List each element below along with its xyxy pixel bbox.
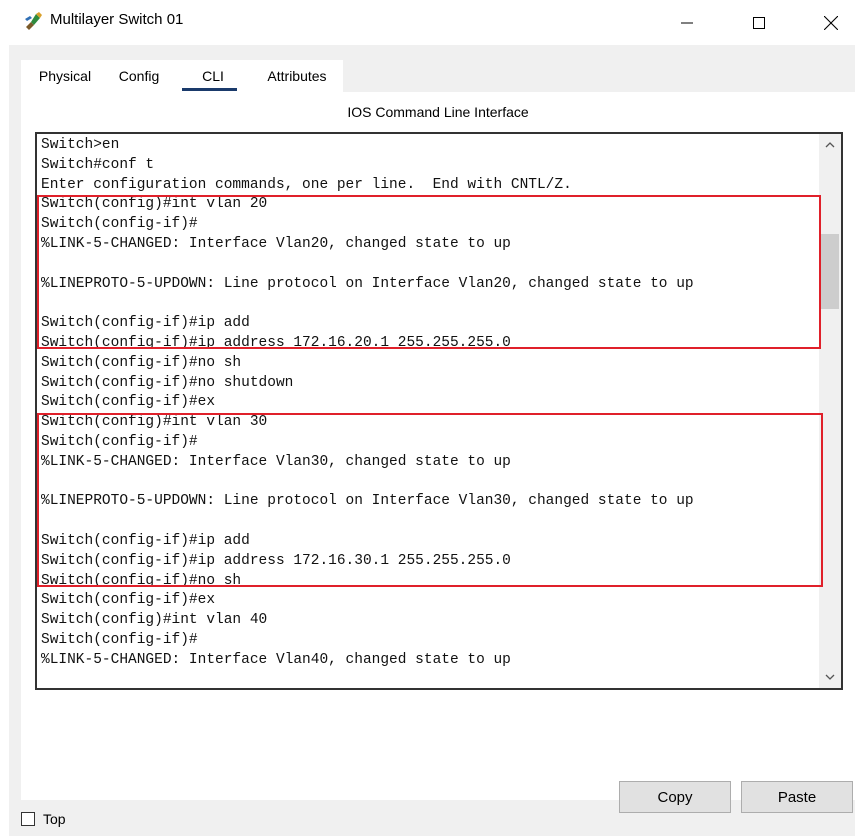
terminal-line: Switch(config-if)#ip add <box>41 315 250 332</box>
terminal-line: %LINK-5-CHANGED: Interface Vlan30, chang… <box>41 453 511 470</box>
copy-button[interactable]: Copy <box>619 781 731 813</box>
terminal-line: Switch(config-if)#ex <box>41 592 216 609</box>
terminal-line: %LINEPROTO-5-UPDOWN: Line protocol on In… <box>41 493 694 510</box>
terminal-line: %LINK-5-CHANGED: Interface Vlan40, chang… <box>41 651 511 668</box>
minimize-icon <box>681 22 693 23</box>
terminal-line: Switch(config-if)#no shutdown <box>41 374 294 391</box>
terminal-line: Switch>en <box>41 137 120 153</box>
cli-panel: IOS Command Line Interface Switch>en Swit… <box>21 92 855 813</box>
top-checkbox[interactable] <box>21 812 35 826</box>
vertical-scrollbar[interactable] <box>819 134 841 688</box>
terminal-line: Switch(config-if)#ex <box>41 394 216 411</box>
terminal-line: Switch(config-if)# <box>41 631 198 648</box>
terminal-line: Switch(config-if)#ip add <box>41 532 250 549</box>
terminal-line: %LINEPROTO-5-UPDOWN: Line protocol on In… <box>41 275 694 292</box>
minimize-button[interactable] <box>664 0 710 45</box>
chevron-down-icon <box>825 674 835 680</box>
terminal-line: Switch(config-if)# <box>41 433 198 450</box>
scroll-down-button[interactable] <box>819 666 841 688</box>
close-button[interactable] <box>808 0 854 45</box>
top-checkbox-label: Top <box>43 811 66 827</box>
terminal-line: Switch(config-if)#no sh <box>41 572 242 589</box>
scrollbar-thumb[interactable] <box>821 234 839 309</box>
scroll-up-button[interactable] <box>819 134 841 156</box>
terminal-line: Switch(config-if)#ip address 172.16.30.1… <box>41 552 511 569</box>
terminal-line: Switch(config-if)# <box>41 216 198 233</box>
active-tab-indicator <box>182 88 237 91</box>
terminal-line: Switch(config)#int vlan 40 <box>41 612 268 629</box>
network-device-icon <box>22 10 44 32</box>
terminal-line: Switch(config)#int vlan 20 <box>41 196 268 213</box>
maximize-icon <box>753 16 765 29</box>
tab-physical[interactable]: Physical <box>21 60 109 92</box>
tab-config[interactable]: Config <box>109 60 169 92</box>
terminal-output[interactable]: Switch>en Switch#conf t Enter configuratio… <box>41 136 817 688</box>
panel-title: IOS Command Line Interface <box>347 104 529 120</box>
cli-terminal[interactable]: Switch>en Switch#conf t Enter configuratio… <box>35 132 843 690</box>
top-option[interactable]: Top <box>21 811 66 827</box>
terminal-line: Switch(config-if)#ip address 172.16.20.1… <box>41 334 511 351</box>
window-title: Multilayer Switch 01 <box>50 11 184 28</box>
chevron-up-icon <box>825 142 835 148</box>
terminal-line: Switch(config-if)#no sh <box>41 354 242 371</box>
maximize-button[interactable] <box>736 0 782 45</box>
terminal-line: Enter configuration commands, one per li… <box>41 176 572 193</box>
close-icon <box>824 15 838 30</box>
paste-button[interactable]: Paste <box>741 781 853 813</box>
terminal-line: Switch(config)#int vlan 30 <box>41 414 268 431</box>
dialog-body: Physical Config CLI Attributes IOS Comma… <box>9 45 855 836</box>
title-bar: Multilayer Switch 01 <box>0 0 855 45</box>
tab-attributes[interactable]: Attributes <box>253 60 341 92</box>
terminal-line: %LINK-5-CHANGED: Interface Vlan20, chang… <box>41 235 511 252</box>
terminal-line: Switch#conf t <box>41 156 155 173</box>
